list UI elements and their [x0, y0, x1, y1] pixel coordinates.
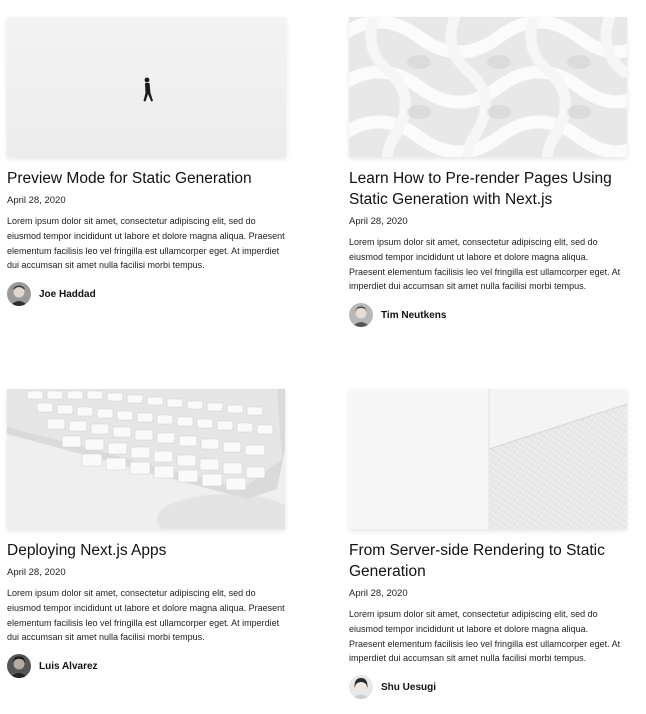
post-title[interactable]: Deploying Next.js Apps — [7, 540, 287, 561]
post-excerpt: Lorem ipsum dolor sit amet, consectetur … — [349, 237, 621, 292]
author: Shu Uesugi — [349, 675, 629, 700]
person-walking-snow-image[interactable] — [7, 17, 286, 157]
post-card: Deploying Next.js Apps April 28, 2020 Lo… — [7, 389, 287, 679]
avatar — [349, 303, 373, 328]
post-card: Preview Mode for Static Generation April… — [7, 17, 287, 307]
post-card: From Server-side Rendering to Static Gen… — [349, 389, 629, 700]
author: Luis Alvarez — [7, 654, 287, 679]
post-excerpt: Lorem ipsum dolor sit amet, consectetur … — [7, 588, 285, 643]
author: Joe Haddad — [7, 282, 287, 307]
post-title[interactable]: Preview Mode for Static Generation — [7, 168, 287, 189]
post-date: April 28, 2020 — [7, 567, 66, 578]
author-name: Tim Neutkens — [381, 309, 447, 321]
avatar — [349, 675, 373, 700]
post-title[interactable]: Learn How to Pre-render Pages Using Stat… — [349, 168, 629, 210]
white-building-image[interactable] — [349, 389, 627, 529]
post-title[interactable]: From Server-side Rendering to Static Gen… — [349, 540, 629, 582]
avatar — [7, 654, 31, 679]
author-name: Luis Alvarez — [39, 660, 98, 672]
keyboard-image[interactable] — [7, 389, 285, 529]
post-date: April 28, 2020 — [349, 588, 408, 599]
avatar — [7, 282, 31, 307]
post-date: April 28, 2020 — [7, 195, 66, 206]
post-card: Learn How to Pre-render Pages Using Stat… — [349, 17, 629, 328]
author-name: Joe Haddad — [39, 288, 96, 300]
author-name: Shu Uesugi — [381, 681, 437, 693]
post-date: April 28, 2020 — [349, 216, 408, 227]
woven-pattern-image[interactable] — [349, 17, 627, 157]
post-excerpt: Lorem ipsum dolor sit amet, consectetur … — [7, 216, 285, 271]
post-excerpt: Lorem ipsum dolor sit amet, consectetur … — [349, 609, 621, 664]
author: Tim Neutkens — [349, 303, 629, 328]
